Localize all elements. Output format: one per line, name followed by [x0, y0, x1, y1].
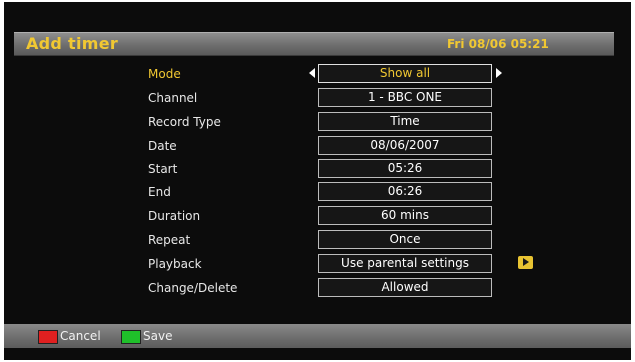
- record-type-field[interactable]: Time: [318, 112, 492, 131]
- start-label: Start: [148, 162, 178, 176]
- duration-field[interactable]: 60 mins: [318, 206, 492, 225]
- playback-label: Playback: [148, 257, 202, 271]
- left-arrow-icon[interactable]: [309, 68, 315, 78]
- red-key-icon: [38, 329, 58, 344]
- duration-label: Duration: [148, 209, 201, 223]
- repeat-label: Repeat: [148, 233, 191, 247]
- channel-label: Channel: [148, 91, 198, 105]
- date-field[interactable]: 08/06/2007: [318, 136, 492, 155]
- right-arrow-icon[interactable]: [496, 68, 502, 78]
- tv-screen: Add timer Fri 08/06 05:21 Mode Show all …: [4, 2, 631, 360]
- mode-label: Mode: [148, 67, 181, 81]
- save-label: Save: [143, 329, 173, 343]
- footer-bar: Cancel Save: [4, 324, 631, 348]
- mode-field[interactable]: Show all: [318, 64, 492, 83]
- end-label: End: [148, 185, 171, 199]
- start-field[interactable]: 05:26: [318, 159, 492, 178]
- playback-field[interactable]: Use parental settings: [318, 254, 492, 273]
- change-delete-label: Change/Delete: [148, 281, 238, 295]
- date-label: Date: [148, 139, 177, 153]
- green-key-icon: [121, 329, 141, 344]
- cancel-button[interactable]: Cancel: [38, 329, 101, 344]
- playback-play-icon[interactable]: [518, 256, 533, 269]
- change-delete-field[interactable]: Allowed: [318, 278, 492, 297]
- channel-field[interactable]: 1 - BBC ONE: [318, 88, 492, 107]
- save-button[interactable]: Save: [121, 329, 173, 344]
- date-time: Fri 08/06 05:21: [447, 37, 549, 51]
- repeat-field[interactable]: Once: [318, 230, 492, 249]
- record-type-label: Record Type: [148, 115, 221, 129]
- page-title: Add timer: [26, 34, 119, 53]
- end-field[interactable]: 06:26: [318, 182, 492, 201]
- cancel-label: Cancel: [60, 329, 101, 343]
